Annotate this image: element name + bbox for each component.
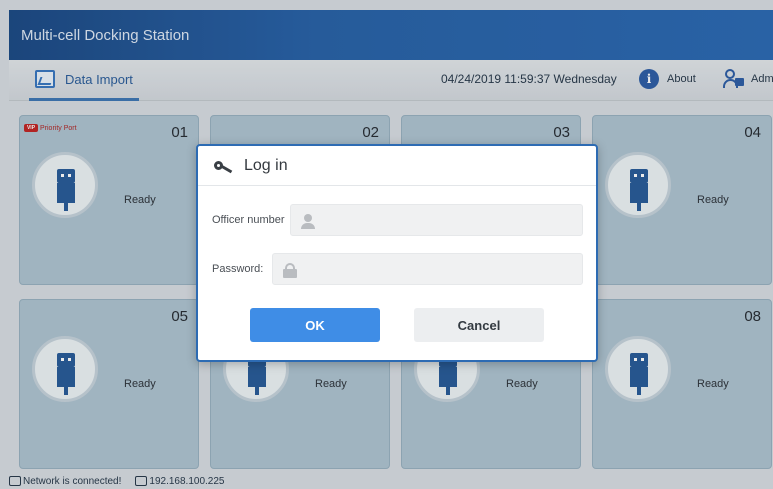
- user-icon: [301, 214, 315, 229]
- key-icon: [214, 159, 234, 173]
- login-dialog: Log in Officer number Password: OK Cance…: [196, 144, 598, 362]
- dialog-header: Log in: [198, 146, 596, 186]
- ok-button[interactable]: OK: [250, 308, 380, 342]
- password-field[interactable]: [272, 253, 583, 285]
- officer-number-field[interactable]: [290, 204, 583, 236]
- cancel-button[interactable]: Cancel: [414, 308, 544, 342]
- password-row: Password:: [212, 253, 263, 285]
- officer-number-label: Officer number: [212, 214, 285, 226]
- officer-number-row: Officer number: [212, 204, 285, 236]
- password-label: Password:: [212, 263, 264, 275]
- dialog-title: Log in: [244, 156, 288, 174]
- lock-icon: [283, 263, 297, 278]
